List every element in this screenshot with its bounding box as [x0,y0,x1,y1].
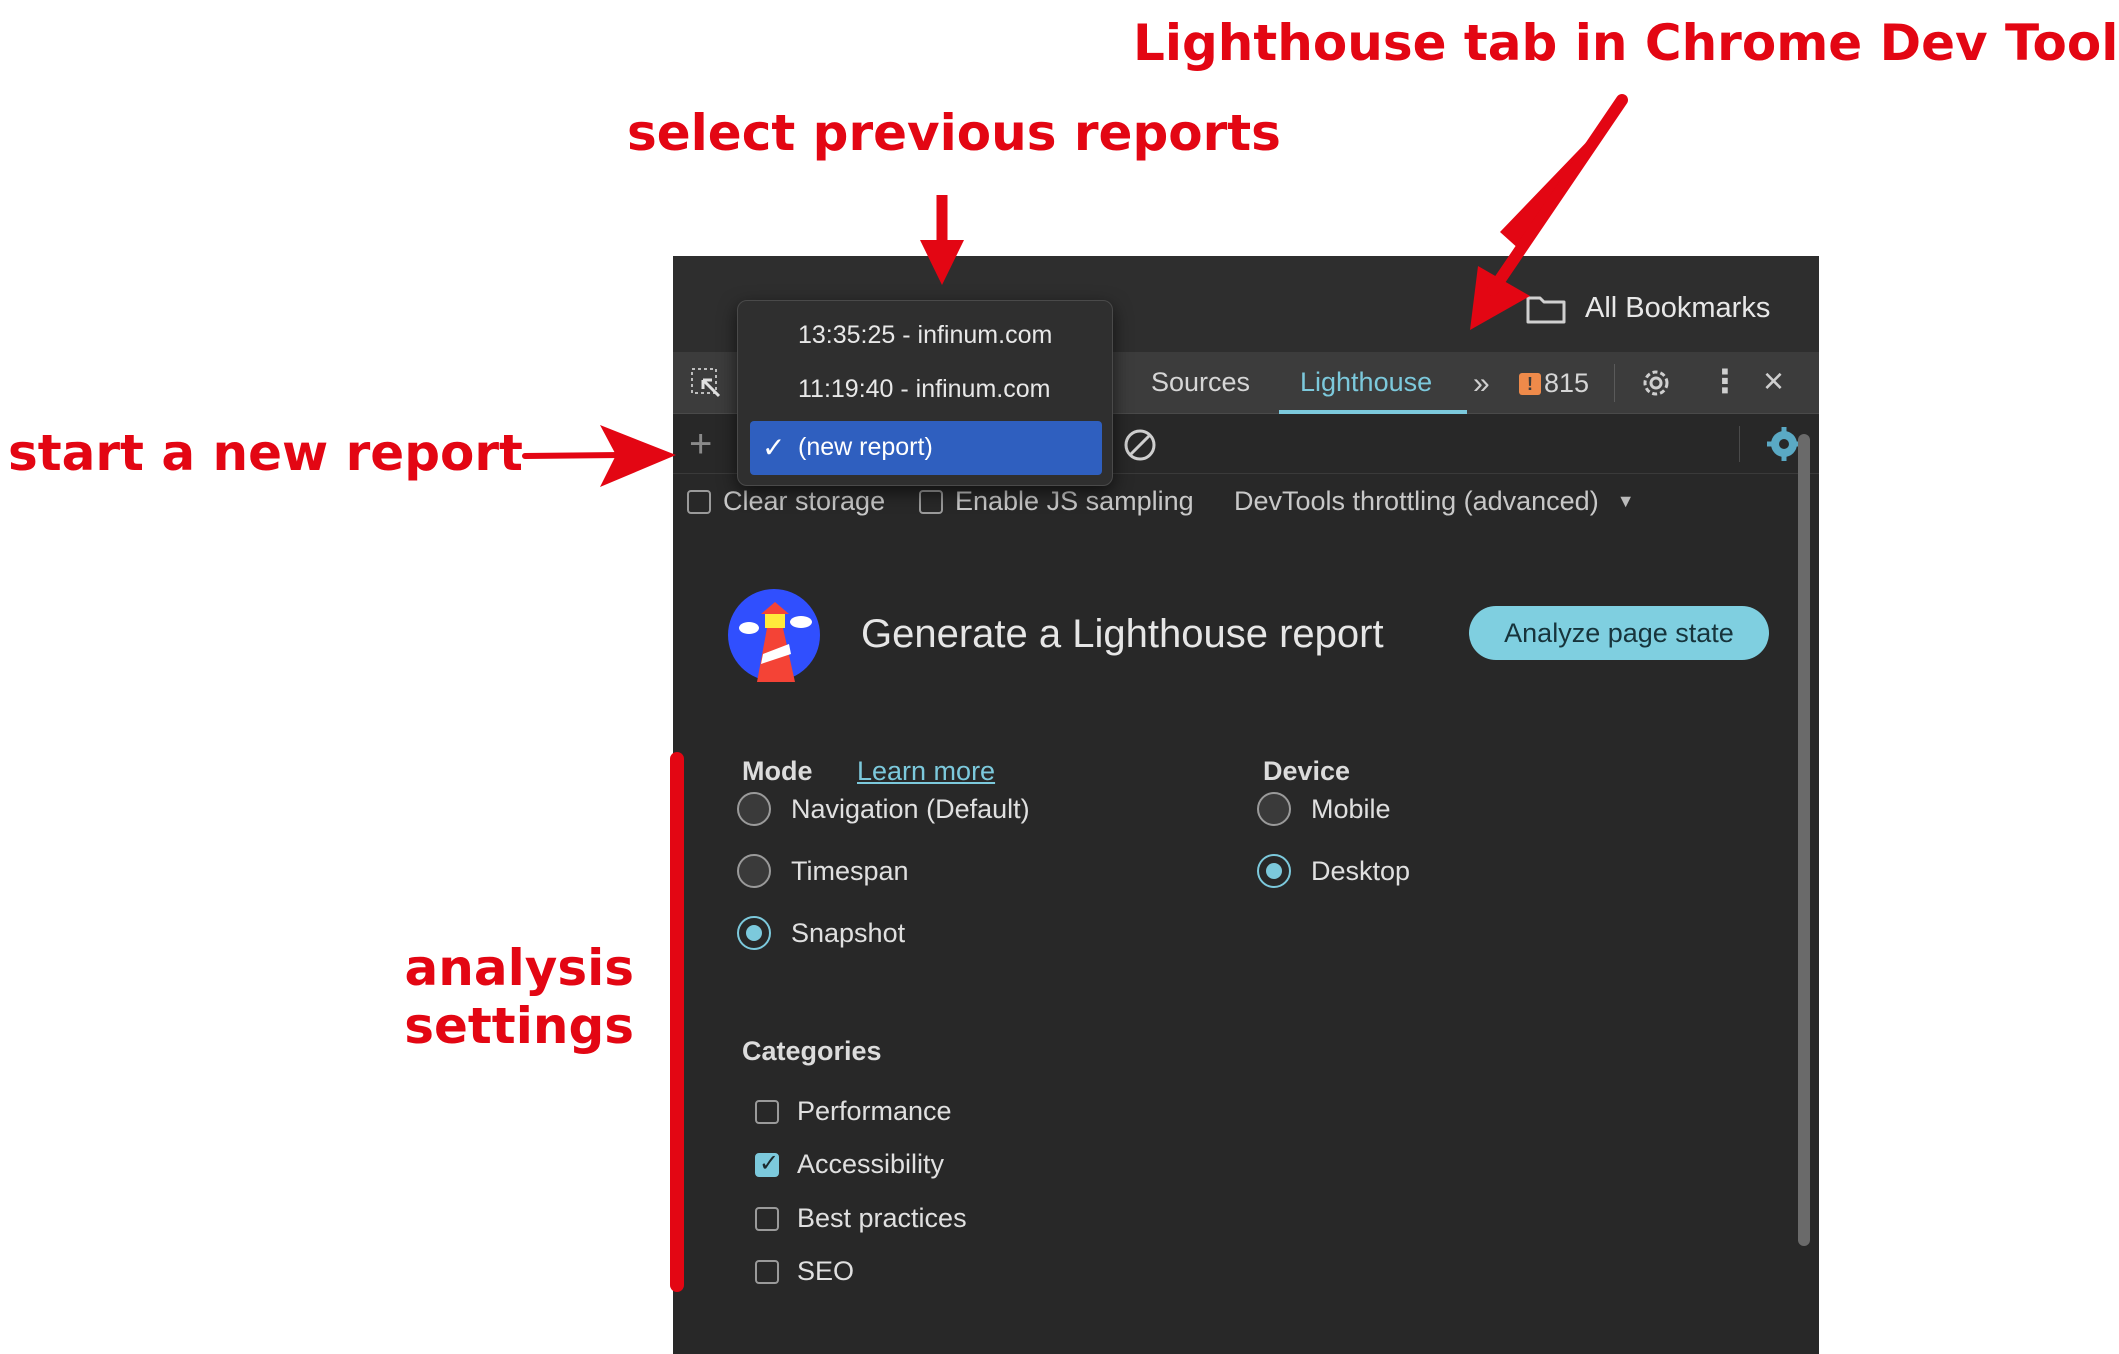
report-selector-dropdown: 13:35:25 - infinum.com 11:19:40 - infinu… [737,300,1113,486]
device-mobile-radio[interactable]: Mobile [1257,792,1391,826]
previous-report-item[interactable]: 11:19:40 - infinum.com [798,375,1050,404]
settings-gear-icon[interactable] [1637,364,1675,402]
device-label: Device [1263,756,1351,786]
all-bookmarks-link[interactable]: All Bookmarks [1585,292,1770,325]
arrow-new-report [522,425,676,487]
category-seo-checkbox[interactable]: SEO [755,1256,854,1287]
clear-storage-box[interactable] [687,489,711,514]
chevron-down-icon: ▼ [1616,491,1635,511]
toolbar-divider [1739,426,1740,462]
tab-lighthouse[interactable]: Lighthouse [1300,367,1432,398]
radio-button[interactable] [1257,792,1291,826]
mode-navigation-radio[interactable]: Navigation (Default) [737,792,1030,826]
category-best-practices-checkbox[interactable]: Best practices [755,1203,967,1234]
enable-js-sampling-label: Enable JS sampling [955,486,1194,516]
new-report-label: (new report) [798,433,933,461]
category-seo-label: SEO [797,1256,855,1286]
lighthouse-logo-icon [728,589,820,682]
device-desktop-label: Desktop [1311,855,1411,886]
checkbox-checked[interactable] [755,1149,779,1178]
annotation-select-previous-reports: select previous reports [627,104,1281,162]
mode-snapshot-radio[interactable]: Snapshot [737,916,905,950]
previous-report-item[interactable]: 13:35:25 - infinum.com [798,321,1052,350]
annotation-analysis-line2: settings [404,996,634,1055]
new-report-item[interactable]: ✓ (new report) [750,421,1102,475]
checkbox[interactable] [755,1259,779,1284]
radio-button[interactable] [737,854,771,888]
checkbox[interactable] [755,1206,779,1231]
radio-button[interactable] [737,792,771,826]
mode-navigation-label: Navigation (Default) [791,793,1030,824]
category-accessibility-checkbox[interactable]: Accessibility [755,1149,944,1180]
annotation-analysis-line1: analysis [404,939,634,997]
annotation-lighthouse-tab: Lighthouse tab in Chrome Dev Tools [1133,14,2119,72]
throttling-select[interactable]: DevTools throttling (advanced) ▼ [1234,486,1635,517]
issues-count: 815 [1544,368,1590,398]
mode-snapshot-label: Snapshot [791,917,906,948]
tab-sources[interactable]: Sources [1151,367,1250,398]
device-desktop-radio[interactable]: Desktop [1257,854,1410,888]
clear-storage-checkbox[interactable]: Clear storage [687,486,885,517]
warning-icon: ! [1519,373,1541,395]
page-title: Generate a Lighthouse report [861,612,1384,656]
folder-icon [1526,296,1566,324]
clear-storage-label: Clear storage [723,486,886,516]
annotation-analysis-settings: analysis settings [404,939,634,1055]
mode-timespan-label: Timespan [791,855,909,886]
enable-js-sampling-checkbox[interactable]: Enable JS sampling [919,486,1194,517]
scrollbar[interactable] [1798,434,1810,1246]
radio-button-selected[interactable] [1257,854,1291,888]
issues-badge[interactable]: ! 815 [1519,368,1589,399]
mode-timespan-radio[interactable]: Timespan [737,854,909,888]
annotation-bracket [670,752,684,1292]
category-performance-label: Performance [797,1096,952,1126]
radio-button-selected[interactable] [737,916,771,950]
inspect-element-icon[interactable] [689,366,723,400]
category-best-practices-label: Best practices [797,1203,967,1233]
category-accessibility-label: Accessibility [797,1149,945,1179]
more-options-icon[interactable]: ⋮ [1709,362,1741,400]
more-tabs-icon[interactable]: » [1473,367,1490,401]
analyze-page-state-button[interactable]: Analyze page state [1469,606,1769,660]
checkmark-icon: ✓ [762,432,786,463]
learn-more-link[interactable]: Learn more [857,756,995,787]
enable-js-sampling-box[interactable] [919,489,943,514]
category-performance-checkbox[interactable]: Performance [755,1096,952,1127]
annotation-start-new-report: start a new report [8,424,523,482]
add-report-icon[interactable]: + [689,422,712,467]
device-mobile-label: Mobile [1311,793,1391,824]
checkbox[interactable] [755,1099,779,1124]
categories-label: Categories [742,1036,882,1066]
clear-icon[interactable] [1121,426,1159,464]
tab-divider [1614,364,1615,402]
close-icon[interactable]: × [1763,360,1784,402]
throttling-value: DevTools throttling (advanced) [1234,486,1599,516]
mode-label: Mode [742,756,813,786]
